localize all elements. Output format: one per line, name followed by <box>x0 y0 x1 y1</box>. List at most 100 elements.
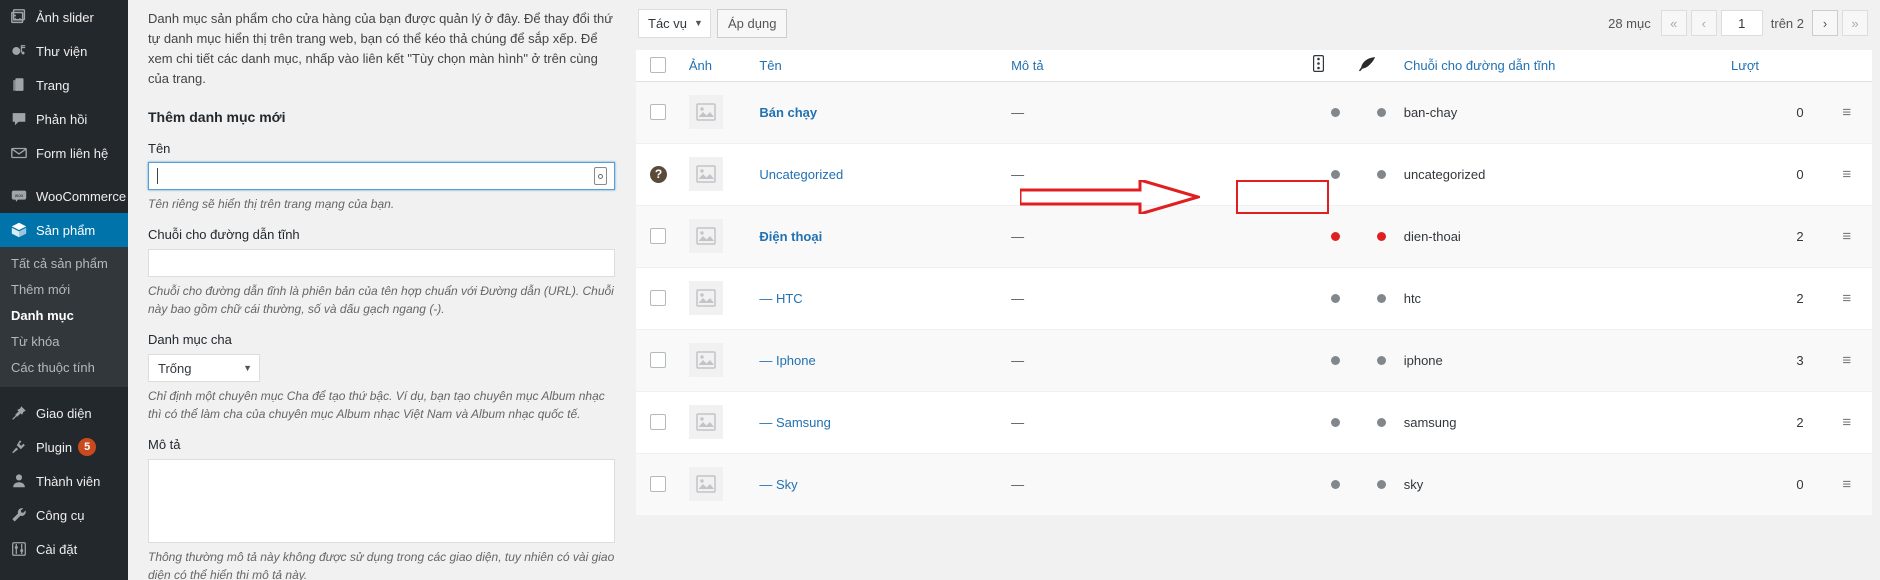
row-checkbox-cell[interactable] <box>636 453 689 516</box>
apply-button[interactable]: Áp dụng <box>717 8 788 38</box>
header-menu-dots[interactable] <box>1313 50 1359 82</box>
row-dot1-cell[interactable] <box>1313 143 1359 206</box>
submenu-item-tu-khoa[interactable]: Từ khóa <box>0 329 128 355</box>
row-checkbox[interactable] <box>650 104 666 120</box>
row-help-cell[interactable]: ? <box>636 143 689 206</box>
category-link[interactable]: — HTC <box>759 291 802 306</box>
sidebar-item-thanh-vien[interactable]: Thành viên <box>0 464 128 498</box>
row-dot2-cell[interactable] <box>1358 267 1404 330</box>
row-dot2-cell[interactable] <box>1358 143 1404 206</box>
sidebar-item-trang[interactable]: Trang <box>0 68 128 102</box>
last-page-button[interactable]: » <box>1842 10 1868 36</box>
row-handle-cell[interactable]: ≡ <box>1821 329 1872 392</box>
category-link[interactable]: Uncategorized <box>759 167 843 182</box>
category-link[interactable]: — Samsung <box>759 415 831 430</box>
description-textarea[interactable] <box>148 459 615 544</box>
submenu-item-cac-thuoc-tinh[interactable]: Các thuộc tính <box>0 355 128 381</box>
sidebar-item-san-pham[interactable]: Sản phẩm <box>0 213 128 247</box>
table-row[interactable]: ? Uncategorized — uncategorized 0 ≡ <box>636 143 1872 206</box>
next-page-button[interactable]: › <box>1812 10 1838 36</box>
category-link[interactable]: Điện thoại <box>759 229 822 244</box>
name-input[interactable] <box>148 162 615 191</box>
header-feather[interactable] <box>1358 50 1404 82</box>
category-link[interactable]: Bán chạy <box>759 105 817 120</box>
header-select-all[interactable] <box>636 50 689 82</box>
sidebar-item-plugin[interactable]: Plugin 5 <box>0 430 128 464</box>
status-dot[interactable] <box>1331 417 1341 427</box>
row-checkbox-cell[interactable] <box>636 329 689 392</box>
drag-handle-icon[interactable]: ≡ <box>1842 290 1851 307</box>
row-dot2-cell[interactable] <box>1358 205 1404 268</box>
row-dot1-cell[interactable] <box>1313 329 1359 392</box>
table-row[interactable]: — Iphone — iphone 3 ≡ <box>636 329 1872 392</box>
sidebar-item-giao-dien[interactable]: Giao diện <box>0 396 128 430</box>
sidebar-item-woocommerce[interactable]: woo WooCommerce <box>0 179 128 213</box>
row-dot1-cell[interactable] <box>1313 391 1359 454</box>
header-description[interactable]: Mô tả <box>1011 50 1314 82</box>
password-manager-icon[interactable] <box>594 167 607 186</box>
row-dot2-cell[interactable] <box>1358 391 1404 454</box>
select-all-checkbox[interactable] <box>650 57 666 74</box>
row-count-cell[interactable]: 2 <box>1730 391 1822 454</box>
drag-handle-icon[interactable]: ≡ <box>1842 228 1851 245</box>
row-dot1-cell[interactable] <box>1313 81 1359 144</box>
row-checkbox[interactable] <box>650 476 666 492</box>
sidebar-item-thu-vien[interactable]: Thư viện <box>0 34 128 68</box>
table-row[interactable]: — HTC — htc 2 ≡ <box>636 267 1872 330</box>
row-handle-cell[interactable]: ≡ <box>1821 453 1872 516</box>
row-handle-cell[interactable]: ≡ <box>1821 267 1872 330</box>
row-dot1-cell[interactable] <box>1313 205 1359 268</box>
status-dot[interactable] <box>1331 169 1341 179</box>
row-count-cell[interactable]: 0 <box>1730 143 1822 206</box>
row-dot2-cell[interactable] <box>1358 453 1404 516</box>
row-count-cell[interactable]: 0 <box>1730 453 1822 516</box>
table-row[interactable]: Điện thoại — dien-thoai 2 ≡ <box>636 205 1872 268</box>
row-count-cell[interactable]: 2 <box>1730 267 1822 330</box>
row-checkbox-cell[interactable] <box>636 81 689 144</box>
row-checkbox-cell[interactable] <box>636 205 689 268</box>
sidebar-item-cai-dat[interactable]: Cài đặt <box>0 532 128 566</box>
header-count[interactable]: Lượt <box>1730 50 1822 82</box>
drag-handle-icon[interactable]: ≡ <box>1842 476 1851 493</box>
submenu-item-danh-muc[interactable]: Danh mục <box>0 303 128 329</box>
status-dot[interactable] <box>1331 293 1341 303</box>
table-row[interactable]: — Sky — sky 0 ≡ <box>636 453 1872 516</box>
drag-handle-icon[interactable]: ≡ <box>1842 104 1851 121</box>
sidebar-item-phan-hoi[interactable]: Phản hồi <box>0 102 128 136</box>
drag-handle-icon[interactable]: ≡ <box>1842 166 1851 183</box>
status-dot[interactable] <box>1331 355 1341 365</box>
status-dot[interactable] <box>1376 355 1386 365</box>
row-count-cell[interactable]: 0 <box>1730 81 1822 144</box>
row-checkbox[interactable] <box>650 228 666 244</box>
row-checkbox[interactable] <box>650 414 666 430</box>
header-name[interactable]: Tên <box>759 50 1012 82</box>
header-slug[interactable]: Chuỗi cho đường dẫn tĩnh <box>1403 50 1731 82</box>
bulk-actions-select[interactable]: Tác vụ ▼ <box>638 8 711 38</box>
row-dot1-cell[interactable] <box>1313 453 1359 516</box>
row-dot2-cell[interactable] <box>1358 81 1404 144</box>
row-checkbox[interactable] <box>650 352 666 368</box>
submenu-item-them-moi[interactable]: Thêm mới <box>0 277 128 303</box>
help-question-icon[interactable]: ? <box>650 165 667 183</box>
status-dot[interactable] <box>1376 169 1386 179</box>
current-page-input[interactable]: 1 <box>1720 10 1763 36</box>
row-handle-cell[interactable]: ≡ <box>1821 143 1872 206</box>
submenu-item-tat-ca-san-pham[interactable]: Tất cả sản phẩm <box>0 251 128 277</box>
status-dot[interactable] <box>1376 107 1386 117</box>
row-dot1-cell[interactable] <box>1313 267 1359 330</box>
category-link[interactable]: — Iphone <box>759 353 815 368</box>
row-checkbox-cell[interactable] <box>636 391 689 454</box>
status-dot[interactable] <box>1331 107 1341 117</box>
status-dot[interactable] <box>1376 231 1386 241</box>
row-count-cell[interactable]: 3 <box>1730 329 1822 392</box>
sidebar-item-cong-cu[interactable]: Công cụ <box>0 498 128 532</box>
status-dot[interactable] <box>1331 231 1341 241</box>
status-dot[interactable] <box>1376 417 1386 427</box>
table-row[interactable]: Bán chạy — ban-chay 0 ≡ <box>636 81 1872 144</box>
drag-handle-icon[interactable]: ≡ <box>1842 414 1851 431</box>
row-checkbox[interactable] <box>650 290 666 306</box>
parent-select[interactable]: Trống ▼ <box>148 354 260 383</box>
first-page-button[interactable]: « <box>1660 10 1687 36</box>
category-link[interactable]: — Sky <box>759 477 797 492</box>
row-handle-cell[interactable]: ≡ <box>1821 205 1872 268</box>
